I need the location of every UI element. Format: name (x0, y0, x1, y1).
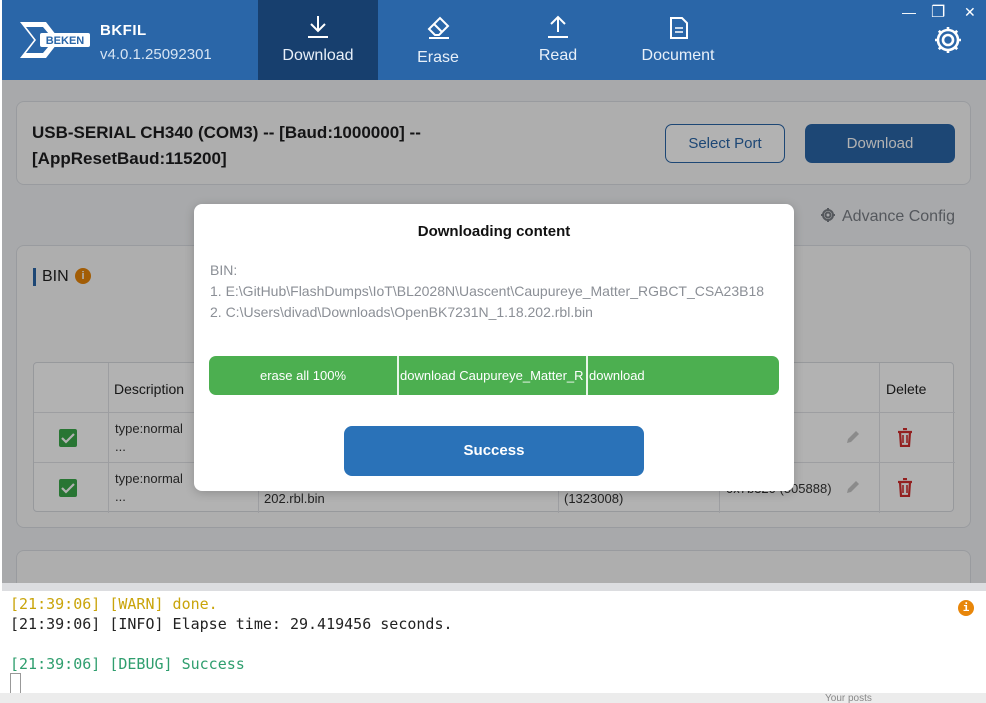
document-icon (670, 17, 688, 39)
tab-download[interactable]: Download (258, 0, 378, 80)
console-info-icon[interactable]: i (958, 600, 974, 616)
tab-document[interactable]: Document (618, 0, 738, 80)
progress-bar: erase all 100% download Caupureye_Matter… (209, 356, 779, 395)
success-button[interactable]: Success (344, 426, 644, 476)
beken-logo: BEKEN (16, 18, 92, 62)
progress-segment-download-1: download Caupureye_Matter_R (400, 368, 584, 383)
tab-read-label: Read (538, 47, 578, 64)
tab-erase-label: Erase (417, 49, 459, 66)
tab-read[interactable]: Read (498, 0, 618, 80)
tab-document-label: Document (641, 47, 715, 64)
download-progress-dialog: Downloading content BIN: 1. E:\GitHub\Fl… (194, 204, 794, 491)
console-cursor (10, 673, 21, 695)
log-console[interactable]: [21:39:06] [WARN] done. [21:39:06] [INFO… (2, 583, 986, 695)
log-line-debug: [21:39:06] [DEBUG] Success (10, 655, 245, 673)
download-icon (308, 16, 328, 38)
log-line-warn: [21:39:06] [WARN] done. (10, 595, 218, 613)
app-header: BEKEN BKFIL v4.0.1.25092301 Download Era… (2, 0, 986, 80)
log-line-info: [21:39:06] [INFO] Elapse time: 29.419456… (10, 615, 453, 633)
progress-segment-download-2: download (589, 368, 645, 383)
upload-icon (548, 15, 568, 38)
app-version: v4.0.1.25092301 (100, 46, 212, 63)
dialog-title: Downloading content (417, 223, 571, 240)
close-button[interactable]: ✕ (964, 4, 976, 21)
maximize-button[interactable]: ❐ (931, 2, 945, 22)
app-brand: BKFIL (100, 22, 147, 39)
tab-download-label: Download (282, 47, 354, 64)
file-path-2: 2. C:\Users\divad\Downloads\OpenBK7231N_… (210, 304, 593, 320)
file-path-1: 1. E:\GitHub\FlashDumps\IoT\BL2028N\Uasc… (210, 283, 765, 299)
gear-icon[interactable] (932, 24, 964, 56)
background-posts-text: Your posts (825, 693, 872, 703)
progress-segment-erase: erase all 100% (260, 368, 346, 383)
bin-label: BIN: (210, 262, 238, 278)
tab-erase[interactable]: Erase (378, 0, 498, 80)
eraser-icon (427, 16, 450, 39)
minimize-button[interactable]: — (902, 4, 916, 20)
dialog-file-list: BIN: 1. E:\GitHub\FlashDumps\IoT\BL2028N… (210, 260, 794, 323)
logo-text: BEKEN (46, 35, 85, 47)
